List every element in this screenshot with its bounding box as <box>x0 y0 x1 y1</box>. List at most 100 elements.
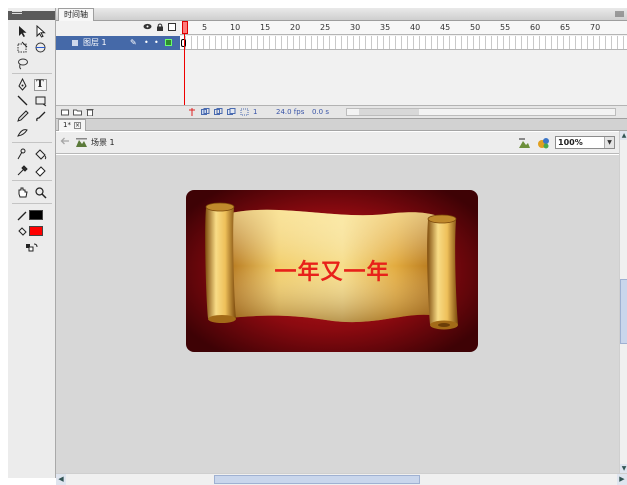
ruler-tick-label: 70 <box>590 23 601 32</box>
tool-row-stroke <box>8 208 56 223</box>
fill-color-swatch[interactable] <box>29 226 43 236</box>
ruler-tick-label: 55 <box>500 23 511 32</box>
layer-outline-color-icon[interactable] <box>165 39 172 46</box>
ruler-tick-label: 25 <box>320 23 331 32</box>
scroll-right-icon[interactable]: ▶ <box>617 474 627 485</box>
ruler-tick-label: 50 <box>470 23 481 32</box>
eraser-tool-icon[interactable] <box>31 163 49 178</box>
banner-text[interactable]: 一年又一年 <box>186 254 478 286</box>
subselection-tool-icon[interactable] <box>31 24 49 39</box>
vertical-scroll-thumb[interactable] <box>620 279 627 344</box>
tool-row-lasso <box>8 56 56 71</box>
3d-rotation-tool-icon[interactable] <box>31 40 49 55</box>
stroke-color-swatch[interactable] <box>29 210 43 220</box>
close-icon[interactable]: × <box>73 122 81 129</box>
swap-colors-icon[interactable] <box>22 240 40 255</box>
zoom-select[interactable]: 100% ▼ <box>555 136 615 149</box>
lock-dot[interactable]: • <box>154 36 159 50</box>
tab-timeline[interactable]: 时间轴 <box>58 8 94 21</box>
tab-document[interactable]: 1* × <box>58 119 86 131</box>
modify-onion-markers-icon[interactable] <box>240 108 249 118</box>
document-tab-bar: 1* × <box>56 119 627 131</box>
new-layer-icon[interactable] <box>61 108 70 118</box>
timeline-ruler[interactable]: 5 10 15 20 25 30 35 40 45 50 55 60 65 70 <box>180 21 627 35</box>
tools-divider <box>12 142 52 143</box>
layer-name-cell[interactable]: 图层 1 ✎ • • <box>56 36 180 50</box>
brush-tool-icon[interactable] <box>31 109 49 124</box>
stage-pasteboard[interactable]: 一年又一年 <box>56 155 619 473</box>
selection-tool-icon[interactable] <box>13 24 31 39</box>
text-tool-glyph: T <box>33 78 47 91</box>
pencil-tool-icon[interactable] <box>13 109 31 124</box>
timeline-panel: 时间轴 5 10 15 20 25 30 35 40 45 50 55 60 65 70 图层 1 ✎ •… <box>56 8 627 119</box>
line-tool-icon[interactable] <box>13 93 31 108</box>
layer-name[interactable]: 图层 1 <box>83 36 107 50</box>
free-transform-tool-icon[interactable] <box>13 40 31 55</box>
deco-tool-icon[interactable] <box>13 125 31 140</box>
scroll-up-icon[interactable]: ▲ <box>620 131 627 140</box>
tools-panel-grip[interactable] <box>8 11 55 20</box>
paint-bucket-tool-icon[interactable] <box>31 147 49 162</box>
hand-tool-icon[interactable] <box>13 185 31 200</box>
playhead[interactable] <box>182 21 188 105</box>
eye-icon[interactable] <box>143 23 152 32</box>
timeline-footer: 1 24.0 fps 0.0 s <box>56 105 627 118</box>
elapsed-time: 0.0 s <box>312 108 330 116</box>
edit-multiple-frames-icon[interactable] <box>227 108 236 118</box>
edit-scene-icon[interactable] <box>518 137 531 149</box>
rectangle-tool-icon[interactable] <box>31 93 49 108</box>
zoom-value: 100% <box>558 138 583 147</box>
tool-row-eyedropper <box>8 163 56 178</box>
timeline-tab-bar: 时间轴 <box>56 8 627 21</box>
tools-panel: T <box>8 8 56 478</box>
pen-tool-icon[interactable] <box>13 77 31 92</box>
new-folder-icon[interactable] <box>73 108 82 118</box>
pencil-icon: ✎ <box>130 38 137 47</box>
stage-vertical-scrollbar[interactable]: ▲ ▼ <box>619 131 627 473</box>
zoom-tool-icon[interactable] <box>31 185 49 200</box>
ruler-tick-label: 65 <box>560 23 571 32</box>
tool-row-pen: T <box>8 77 56 92</box>
layer-row[interactable]: 图层 1 ✎ • • <box>56 36 627 50</box>
ruler-tick-label: 45 <box>440 23 451 32</box>
center-frame-icon[interactable] <box>188 108 196 118</box>
ruler-tick-label: 15 <box>260 23 271 32</box>
timeline-scroll-thumb[interactable] <box>359 109 419 115</box>
scene-icon <box>76 138 87 147</box>
chevron-down-icon[interactable]: ▼ <box>604 137 614 148</box>
frame-cells[interactable] <box>180 36 627 50</box>
tool-row-view <box>8 185 56 200</box>
edit-symbols-icon[interactable] <box>537 137 550 149</box>
ruler-tick-label: 10 <box>230 23 241 32</box>
playhead-line <box>184 34 185 105</box>
scroll-left-icon[interactable]: ◀ <box>56 474 66 485</box>
visibility-dot[interactable]: • <box>144 36 149 50</box>
layer-icon <box>72 40 78 46</box>
eyedropper-tool-icon[interactable] <box>13 163 31 178</box>
ruler-tick-label: 20 <box>290 23 301 32</box>
tool-row-transform <box>8 40 56 55</box>
playhead-handle[interactable] <box>182 21 188 34</box>
ruler-tick-label: 40 <box>410 23 421 32</box>
frame-rate[interactable]: 24.0 fps <box>276 108 304 116</box>
bone-tool-icon[interactable] <box>13 147 31 162</box>
document-tab-label: 1* <box>63 121 71 129</box>
onion-skin-icon[interactable] <box>201 108 210 118</box>
outline-icon[interactable] <box>168 23 176 33</box>
text-tool-icon[interactable]: T <box>31 77 49 92</box>
tool-row-line <box>8 93 56 108</box>
lasso-tool-icon[interactable] <box>13 56 31 71</box>
horizontal-scroll-thumb[interactable] <box>214 475 420 484</box>
stage-canvas[interactable]: 一年又一年 <box>186 190 478 352</box>
onion-outline-icon[interactable] <box>214 108 223 118</box>
tool-row-fill <box>8 224 56 239</box>
lock-icon[interactable] <box>156 23 164 33</box>
back-arrow-icon[interactable] <box>60 137 70 148</box>
scene-label[interactable]: 场景 1 <box>91 137 115 148</box>
stage-horizontal-scrollbar[interactable]: ◀ ▶ <box>56 473 627 485</box>
tool-row-bucket <box>8 147 56 162</box>
scroll-down-icon[interactable]: ▼ <box>620 464 627 473</box>
panel-menu-icon[interactable] <box>615 10 624 18</box>
delete-layer-icon[interactable] <box>86 108 94 118</box>
timeline-horizontal-scrollbar[interactable] <box>346 108 616 116</box>
